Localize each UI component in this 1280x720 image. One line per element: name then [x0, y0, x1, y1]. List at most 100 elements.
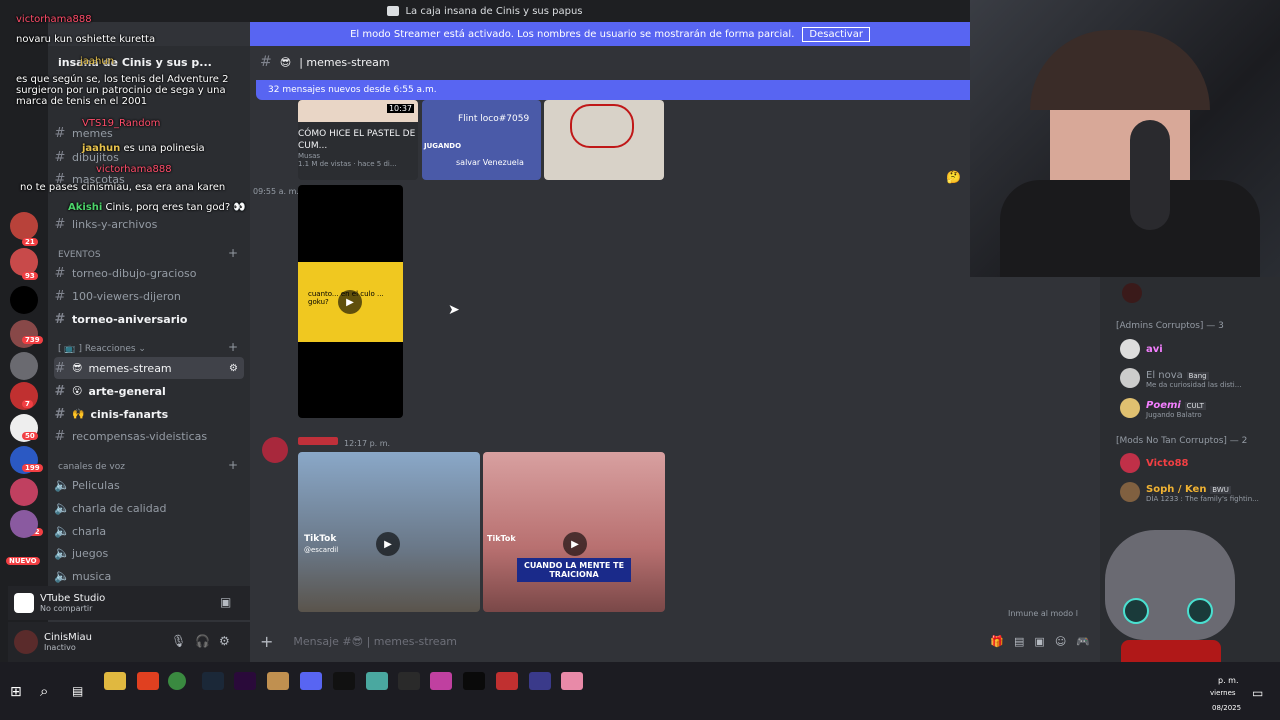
channel-memes-stream[interactable]: # 😎 memes-stream ⚙: [54, 357, 244, 379]
new-messages-bar[interactable]: 32 mensajes nuevos desde 6:55 a.m.: [256, 80, 982, 100]
video-attachment[interactable]: cuanto... en el culo ... goku? ▶: [298, 185, 403, 418]
role-category-admins: [Admins Corruptos] — 3: [1116, 321, 1224, 331]
app-icon[interactable]: [366, 672, 388, 690]
image-attachment[interactable]: [544, 100, 664, 180]
channel-torneo-aniversario[interactable]: # torneo-aniversario: [54, 308, 244, 330]
voice-channel-peliculas[interactable]: 🔈 Peliculas: [54, 474, 244, 496]
voice-channel-charla[interactable]: 🔈 charla: [54, 520, 244, 542]
gear-icon[interactable]: ⚙: [219, 634, 230, 648]
windows-taskbar: ⊞ ⌕ ▤ p. m. viernes 08/2025 ▭: [0, 662, 1280, 720]
add-channel-icon[interactable]: +: [228, 246, 238, 260]
webcam-overlay: [970, 0, 1280, 277]
premiere-icon[interactable]: [234, 672, 256, 690]
cat-head: [1105, 530, 1235, 640]
gif-icon[interactable]: ▤: [1014, 635, 1024, 648]
member-item[interactable]: Soph / Ken BWU DÍA 1233 : The family's f…: [1120, 481, 1259, 503]
hash-icon: #: [54, 311, 66, 327]
steam-icon[interactable]: [202, 672, 224, 690]
chat-username: victorhama888: [16, 14, 92, 25]
app-icon[interactable]: [267, 672, 289, 690]
tiktok-video-1[interactable]: TikTok @escardil ▶: [298, 452, 480, 612]
hash-icon: #: [54, 383, 66, 399]
activity-panel[interactable]: VTube Studio No compartir ▣: [8, 586, 250, 620]
channel-title: | memes-stream: [299, 55, 390, 69]
stream-chat-overlay: victorhama888 novaru kun oshiette kurett…: [0, 0, 250, 230]
chat-message: novaru kun oshiette kuretta: [16, 34, 156, 45]
add-attachment-icon[interactable]: +: [260, 632, 273, 651]
play-icon[interactable]: ▶: [376, 532, 400, 556]
channel-arte-general[interactable]: # 😮 arte-general: [54, 380, 244, 402]
channel-cinis-fanarts[interactable]: # 🙌 cinis-fanarts: [54, 403, 244, 425]
new-badge: NUEVO: [6, 557, 40, 565]
category-reacciones[interactable]: [ 📺 ] Reacciones ⌄: [58, 344, 146, 354]
avatar[interactable]: [1122, 283, 1142, 303]
voice-channel-musica[interactable]: 🔈 musica: [54, 565, 244, 587]
tiktok-brand: TikTok: [304, 534, 337, 544]
app-icon[interactable]: [430, 672, 452, 690]
voice-channel-juegos[interactable]: 🔈 juegos: [54, 542, 244, 564]
play-icon[interactable]: ▶: [338, 290, 362, 314]
emoji-icon[interactable]: ☺: [1055, 635, 1066, 648]
search-icon[interactable]: ⌕: [40, 682, 48, 700]
play-icon[interactable]: ▶: [563, 532, 587, 556]
member-item[interactable]: El nova Bang Me da curiosidad las disti.…: [1120, 367, 1241, 389]
microphone-icon[interactable]: 🎙: [171, 634, 186, 648]
notifications-icon[interactable]: ▭: [1252, 686, 1263, 700]
clock-time: p. m.: [1218, 676, 1239, 685]
youtube-embed[interactable]: 10:37 CÓMO HICE EL PASTEL DE CUM... Musa…: [298, 100, 418, 180]
video-channel: Musas: [298, 152, 321, 160]
unread-badge: 199: [22, 464, 43, 472]
username: CinisMiau: [44, 632, 92, 643]
brave-browser-icon[interactable]: [137, 672, 159, 690]
add-channel-icon[interactable]: +: [228, 340, 238, 354]
terminal-icon[interactable]: [333, 672, 355, 690]
discord-profile-embed[interactable]: Flint loco#7059 JUGANDO salvar Venezuela: [422, 100, 541, 180]
channel-100-viewers-dijeron[interactable]: #100-viewers-dijeron: [54, 285, 244, 307]
tiktok-video-2[interactable]: TikTok CUANDO LA MENTE TE TRAICIONA ▶: [483, 452, 665, 612]
member-item[interactable]: Poemi CULT Jugando Balatro: [1120, 397, 1206, 419]
avatar[interactable]: [262, 437, 288, 463]
gift-icon[interactable]: 🎁: [990, 635, 1004, 648]
screen-share-icon[interactable]: ▣: [220, 595, 231, 609]
discord-icon[interactable]: [300, 672, 322, 690]
clock-date: 08/2025: [1212, 704, 1242, 712]
app-icon[interactable]: [463, 672, 485, 690]
sticker-icon[interactable]: ▣: [1034, 635, 1044, 648]
obs-icon[interactable]: [496, 672, 518, 690]
windows-start-icon[interactable]: ⊞: [10, 684, 22, 700]
add-channel-icon[interactable]: +: [228, 458, 238, 472]
avatar[interactable]: [14, 630, 38, 654]
server-icon[interactable]: [10, 352, 38, 380]
unread-badge: 7: [22, 400, 33, 408]
message-input[interactable]: Mensaje #😎 | memes-stream: [293, 635, 457, 648]
category-voz[interactable]: canales de voz: [58, 462, 125, 472]
app-icon[interactable]: [398, 672, 420, 690]
microphone: [1130, 120, 1170, 230]
server-icon[interactable]: [10, 478, 38, 506]
chat-message: es que según se, los tenis del Adventure…: [16, 74, 229, 107]
member-item[interactable]: avi: [1120, 339, 1163, 359]
reaction-emoji[interactable]: 🤔: [946, 170, 961, 184]
file-explorer-icon[interactable]: [104, 672, 126, 690]
app-icon[interactable]: [529, 672, 551, 690]
hash-icon: #: [54, 406, 66, 422]
server-icon[interactable]: [10, 286, 38, 314]
task-view-icon[interactable]: ▤: [72, 684, 83, 698]
chat-username: victorhama888: [96, 164, 172, 175]
app-icon[interactable]: [561, 672, 583, 690]
voice-channel-charla-de-calidad[interactable]: 🔈 charla de calidad: [54, 497, 244, 519]
channel-torneo-dibujo-gracioso[interactable]: # torneo-dibujo-gracioso: [54, 262, 244, 284]
server-icon[interactable]: [10, 510, 38, 538]
video-duration: 10:37: [386, 104, 414, 113]
category-eventos[interactable]: EVENTOS: [58, 250, 101, 260]
chrome-icon[interactable]: [168, 672, 186, 690]
avatar: [1120, 398, 1140, 418]
channel-recompensas-videisticas[interactable]: # recompensas-videisticas: [54, 425, 244, 447]
settings-gear-icon[interactable]: ⚙: [229, 363, 238, 374]
member-item[interactable]: Victo88: [1120, 453, 1189, 473]
hash-icon: #: [54, 265, 66, 281]
vtuber-cat-avatar: [1085, 520, 1255, 662]
deactivate-streamer-button[interactable]: Desactivar: [802, 26, 870, 42]
headphones-icon[interactable]: 🎧: [195, 634, 210, 648]
redacted-username[interactable]: [298, 437, 338, 445]
